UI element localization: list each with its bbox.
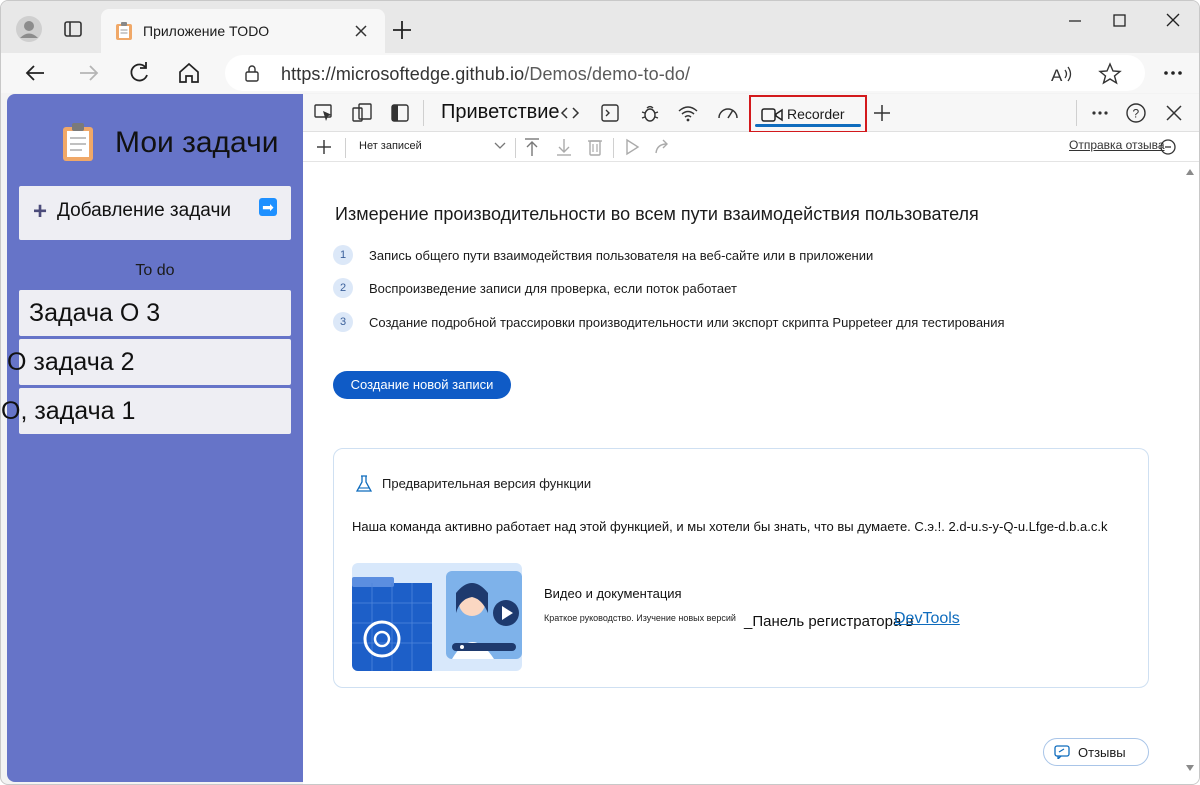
step-text: Запись общего пути взаимодействия пользо… [369, 248, 874, 263]
browser-window: Приложение TODO https://microsoftedge.gi… [0, 0, 1200, 785]
lock-icon[interactable] [243, 64, 261, 82]
browser-tab[interactable]: Приложение TODO [101, 9, 385, 53]
video-thumbnail[interactable] [352, 563, 522, 671]
address-bar[interactable]: https://microsoftedge.github.io/Demos/de… [225, 55, 1145, 91]
refresh-icon[interactable] [125, 59, 153, 87]
svg-text:?: ? [1133, 107, 1140, 121]
app-header: Мои задачи [7, 122, 303, 166]
todo-app-page: Мои задачи + Добавление задачи ➡ To do З… [1, 94, 303, 782]
clipboard-icon [63, 123, 93, 161]
devtools-link[interactable]: DevTools [894, 610, 960, 628]
inspect-element-icon[interactable] [313, 102, 335, 124]
minimize-icon[interactable] [1055, 7, 1095, 35]
network-wifi-icon[interactable] [677, 102, 699, 124]
delete-icon[interactable] [586, 137, 604, 157]
plus-icon: + [33, 198, 48, 225]
tab-recorder[interactable]: Recorder [749, 95, 867, 133]
feature-description: Наша команда активно работает над этой ф… [352, 519, 1108, 534]
tab-actions-icon[interactable] [59, 15, 87, 43]
video-panel-text: _Панель регистратора в [744, 613, 914, 630]
new-tab-icon[interactable] [389, 17, 415, 43]
favorite-star-icon[interactable] [1097, 61, 1123, 87]
feedback-icon [1054, 745, 1070, 759]
recorder-toolbar: Нет записей Отправка отзыва [303, 132, 1199, 162]
toolbar-divider [345, 138, 346, 158]
video-camera-icon [761, 108, 783, 122]
step-number: 3 [333, 312, 353, 332]
replay-icon[interactable] [623, 138, 641, 156]
tab-welcome[interactable]: Приветствие [441, 101, 560, 124]
svg-text:A: A [1051, 66, 1063, 85]
preview-feature-label: Предварительная версия функции [382, 476, 592, 491]
step-number: 1 [333, 245, 353, 265]
device-emulation-icon[interactable] [351, 102, 373, 124]
create-recording-button[interactable]: Создание новой записи [333, 371, 511, 399]
task-text: Задача О 3 [29, 299, 161, 327]
elements-icon[interactable] [559, 102, 581, 124]
profile-icon[interactable] [15, 15, 43, 43]
add-task-button[interactable]: + Добавление задачи ➡ [19, 186, 291, 240]
more-tools-icon[interactable] [1089, 102, 1111, 124]
step-text: Создание подробной трассировки производи… [369, 315, 1005, 330]
devtools-toolbar: Приветствие Recorder ? [303, 94, 1199, 133]
redo-icon[interactable] [653, 138, 673, 156]
recording-select[interactable]: Нет записей [359, 140, 422, 152]
step-number: 2 [333, 278, 353, 298]
help-icon[interactable]: ? [1125, 102, 1147, 124]
step-text: Воспроизведение записи для проверка, есл… [369, 281, 737, 296]
video-title: Видео и документация [544, 586, 682, 601]
video-subtitle: Краткое руководство. Изучение новых верс… [544, 613, 736, 623]
send-feedback-link[interactable]: Отправка отзыва [1069, 138, 1165, 152]
import-icon[interactable] [555, 137, 573, 157]
clipboard-icon [116, 22, 132, 40]
task-text: О, задача 1 [1, 397, 136, 425]
devtools-panel: Приветствие Recorder ? Нет записей Отпра… [303, 94, 1199, 784]
bug-icon[interactable] [639, 102, 661, 124]
console-icon[interactable] [599, 102, 621, 124]
add-recording-icon[interactable] [315, 138, 333, 156]
add-tool-icon[interactable] [871, 102, 893, 124]
tab-title: Приложение TODO [143, 23, 270, 39]
scrollbar[interactable] [1181, 162, 1199, 782]
task-item[interactable]: О задача 2 [7, 339, 291, 385]
close-tab-icon[interactable] [351, 21, 371, 41]
recorder-welcome: Измерение производительности во всем пут… [303, 162, 1181, 784]
forward-icon[interactable] [75, 59, 103, 87]
feedback-button[interactable]: Отзывы [1043, 738, 1149, 766]
toolbar-divider [613, 138, 614, 158]
arrow-right-icon[interactable]: ➡ [259, 198, 277, 216]
toolbar-divider [1076, 100, 1077, 126]
recorder-headline: Измерение производительности во всем пут… [335, 204, 979, 224]
active-tab-indicator [755, 124, 861, 127]
tab-strip: Приложение TODO [1, 1, 1199, 53]
chevron-down-icon[interactable] [493, 138, 507, 152]
more-menu-icon[interactable] [1159, 59, 1187, 87]
feedback-button-label: Отзывы [1078, 745, 1126, 760]
add-task-label: Добавление задачи [57, 200, 231, 221]
back-icon[interactable] [21, 59, 49, 87]
close-devtools-icon[interactable] [1163, 102, 1185, 124]
read-aloud-icon[interactable]: A [1049, 61, 1075, 87]
app-title: Мои задачи [115, 126, 279, 159]
recorder-tab-label: Recorder [787, 106, 845, 122]
task-item[interactable]: О, задача 1 [1, 388, 291, 434]
todo-heading: To do [135, 262, 175, 279]
preview-feature-card: Предварительная версия функции Наша кома… [333, 448, 1149, 688]
dock-side-icon[interactable] [389, 102, 411, 124]
navigation-bar: https://microsoftedge.github.io/Demos/de… [1, 53, 1199, 93]
toolbar-divider [515, 138, 516, 158]
url-text: https://microsoftedge.github.io/Demos/de… [281, 64, 691, 84]
performance-gauge-icon[interactable] [717, 102, 739, 124]
maximize-icon[interactable] [1099, 7, 1139, 35]
scroll-up-icon[interactable] [1185, 168, 1195, 176]
toolbar-divider [423, 100, 424, 126]
export-icon[interactable] [523, 137, 541, 157]
scroll-down-icon[interactable] [1185, 764, 1195, 772]
flask-icon [356, 475, 372, 492]
task-item[interactable]: Задача О 3 [19, 290, 291, 336]
home-icon[interactable] [175, 59, 203, 87]
close-window-icon[interactable] [1153, 7, 1193, 35]
task-text: О задача 2 [7, 348, 135, 376]
feedback-icon[interactable] [1159, 138, 1177, 156]
